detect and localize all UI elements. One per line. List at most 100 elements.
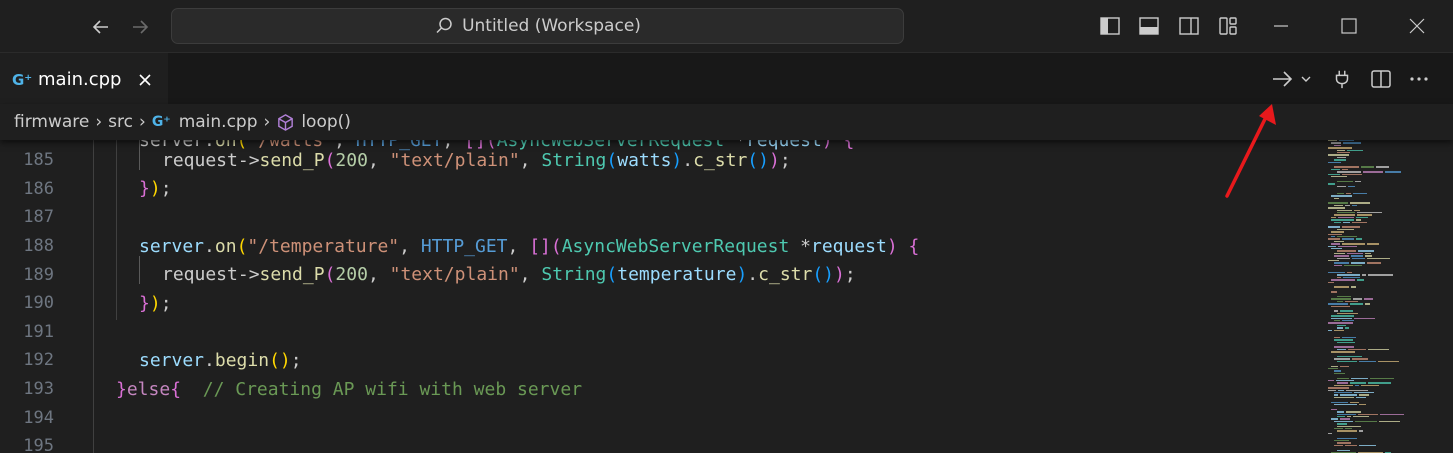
minimap-line <box>1328 303 1348 305</box>
minimap-line <box>1353 192 1367 195</box>
more-actions-button[interactable] <box>1405 65 1433 93</box>
minimap-line <box>1334 396 1354 399</box>
minimap-line <box>1334 420 1353 423</box>
minimap-line <box>1331 317 1352 319</box>
code-token: ( <box>606 149 618 171</box>
close-window-button[interactable] <box>1394 10 1440 42</box>
breadcrumb-item-main-cpp[interactable]: main.cpp <box>179 112 258 132</box>
code-token: c_str <box>758 264 813 286</box>
back-button[interactable] <box>86 12 116 42</box>
breadcrumb-item-loop[interactable]: loop() <box>301 112 351 132</box>
minimap[interactable] <box>1320 140 1453 453</box>
minimap-line <box>1331 168 1340 171</box>
toggle-secondary-sidebar-button[interactable] <box>1176 13 1202 39</box>
minimap-line <box>1331 418 1338 420</box>
code-editor[interactable]: server.on("/watts", HTTP_GET, [](AsyncWe… <box>0 140 1320 453</box>
forward-button[interactable] <box>125 12 155 42</box>
minimap-line <box>1337 171 1361 173</box>
minimap-line <box>1328 140 1337 142</box>
minimap-line <box>1356 396 1366 399</box>
minimap-line <box>1328 260 1339 262</box>
breadcrumb-item-src[interactable]: src <box>108 112 133 132</box>
minimap-line <box>1379 420 1400 423</box>
maximize-button[interactable] <box>1326 10 1372 42</box>
minimap-line <box>1334 197 1339 199</box>
run-code-button[interactable] <box>1268 65 1318 93</box>
code-line: 195 <box>0 432 1320 453</box>
minimize-button[interactable] <box>1258 10 1304 42</box>
code-token: String <box>541 149 607 171</box>
minimap-line <box>1337 437 1357 439</box>
minimap-line <box>1331 142 1341 144</box>
minimap-line <box>1364 298 1373 300</box>
minimap-line <box>1337 149 1345 151</box>
minimap-line <box>1334 286 1349 288</box>
minimap-line <box>1344 264 1362 267</box>
code-token: 200 <box>335 264 368 286</box>
minimap-line <box>1328 207 1345 209</box>
minimap-line <box>1331 408 1337 411</box>
minimap-line <box>1347 252 1363 255</box>
minimap-line <box>1328 233 1342 235</box>
minimap-line <box>1368 382 1391 384</box>
minimap-line <box>1328 322 1353 324</box>
minimap-line <box>1380 413 1404 415</box>
minimap-line <box>1334 339 1353 341</box>
code-token: []( <box>529 235 562 257</box>
minimap-line <box>1334 204 1343 207</box>
code-token: . <box>204 349 215 371</box>
code-token: ) <box>768 149 780 171</box>
code-line: 189 request->send_P(200, "text/plain", St… <box>0 260 1320 289</box>
command-center-search[interactable]: Untitled (Workspace) <box>171 8 904 44</box>
plug-icon <box>1335 70 1349 89</box>
code-token: temperature <box>617 264 737 286</box>
code-token: HTTP_GET <box>420 235 508 257</box>
minimap-line <box>1328 183 1335 185</box>
minimap-line <box>1376 166 1389 168</box>
minimap-line <box>1368 274 1393 276</box>
tab-close-button[interactable] <box>134 69 156 91</box>
sidebar-right-icon <box>1179 17 1199 35</box>
minimap-line <box>1356 216 1368 219</box>
ellipsis-icon <box>1410 77 1428 81</box>
minimap-line <box>1346 411 1361 413</box>
code-token: () <box>747 149 769 171</box>
line-number: 185 <box>23 150 54 171</box>
minimap-line <box>1342 173 1362 175</box>
tab-main-cpp[interactable]: G⁺ main.cpp <box>0 53 168 104</box>
minimap-line <box>1331 315 1354 317</box>
minimap-line <box>1334 255 1349 257</box>
minimap-line <box>1334 320 1340 322</box>
minimap-line <box>1359 360 1376 363</box>
minimap-line <box>1365 303 1370 305</box>
code-token: * <box>789 235 811 257</box>
code-token: . <box>747 264 759 286</box>
minimap-line <box>1334 252 1345 255</box>
minimap-line <box>1334 384 1353 387</box>
line-number: 188 <box>23 236 54 257</box>
breadcrumb-item-firmware[interactable]: firmware <box>14 112 89 132</box>
minimap-line <box>1337 274 1360 276</box>
serial-monitor-button[interactable] <box>1328 65 1356 93</box>
toggle-panel-button[interactable] <box>1136 13 1162 39</box>
minimap-line <box>1337 185 1346 187</box>
minimap-line <box>1354 392 1374 394</box>
code-token: request <box>810 235 887 257</box>
toggle-primary-sidebar-button[interactable] <box>1097 13 1123 39</box>
code-text: server.begin(); <box>139 350 302 371</box>
line-number: 193 <box>23 379 54 400</box>
code-token: "text/plain" <box>389 264 520 286</box>
minimap-line <box>1359 444 1376 447</box>
customize-layout-button[interactable] <box>1215 13 1241 39</box>
minimap-line <box>1334 310 1338 312</box>
code-token: ; <box>160 292 172 314</box>
code-text: server.on("/temperature", HTTP_GET, [](A… <box>139 236 919 257</box>
split-editor-button[interactable] <box>1367 65 1395 93</box>
minimap-line <box>1351 255 1363 257</box>
minimap-line <box>1334 329 1344 331</box>
code-line: 187 <box>0 203 1320 232</box>
code-line: 188 server.on("/temperature", HTTP_GET, [… <box>0 232 1320 261</box>
cpp-file-icon: G⁺ <box>151 114 171 130</box>
minimap-line <box>1331 279 1355 281</box>
